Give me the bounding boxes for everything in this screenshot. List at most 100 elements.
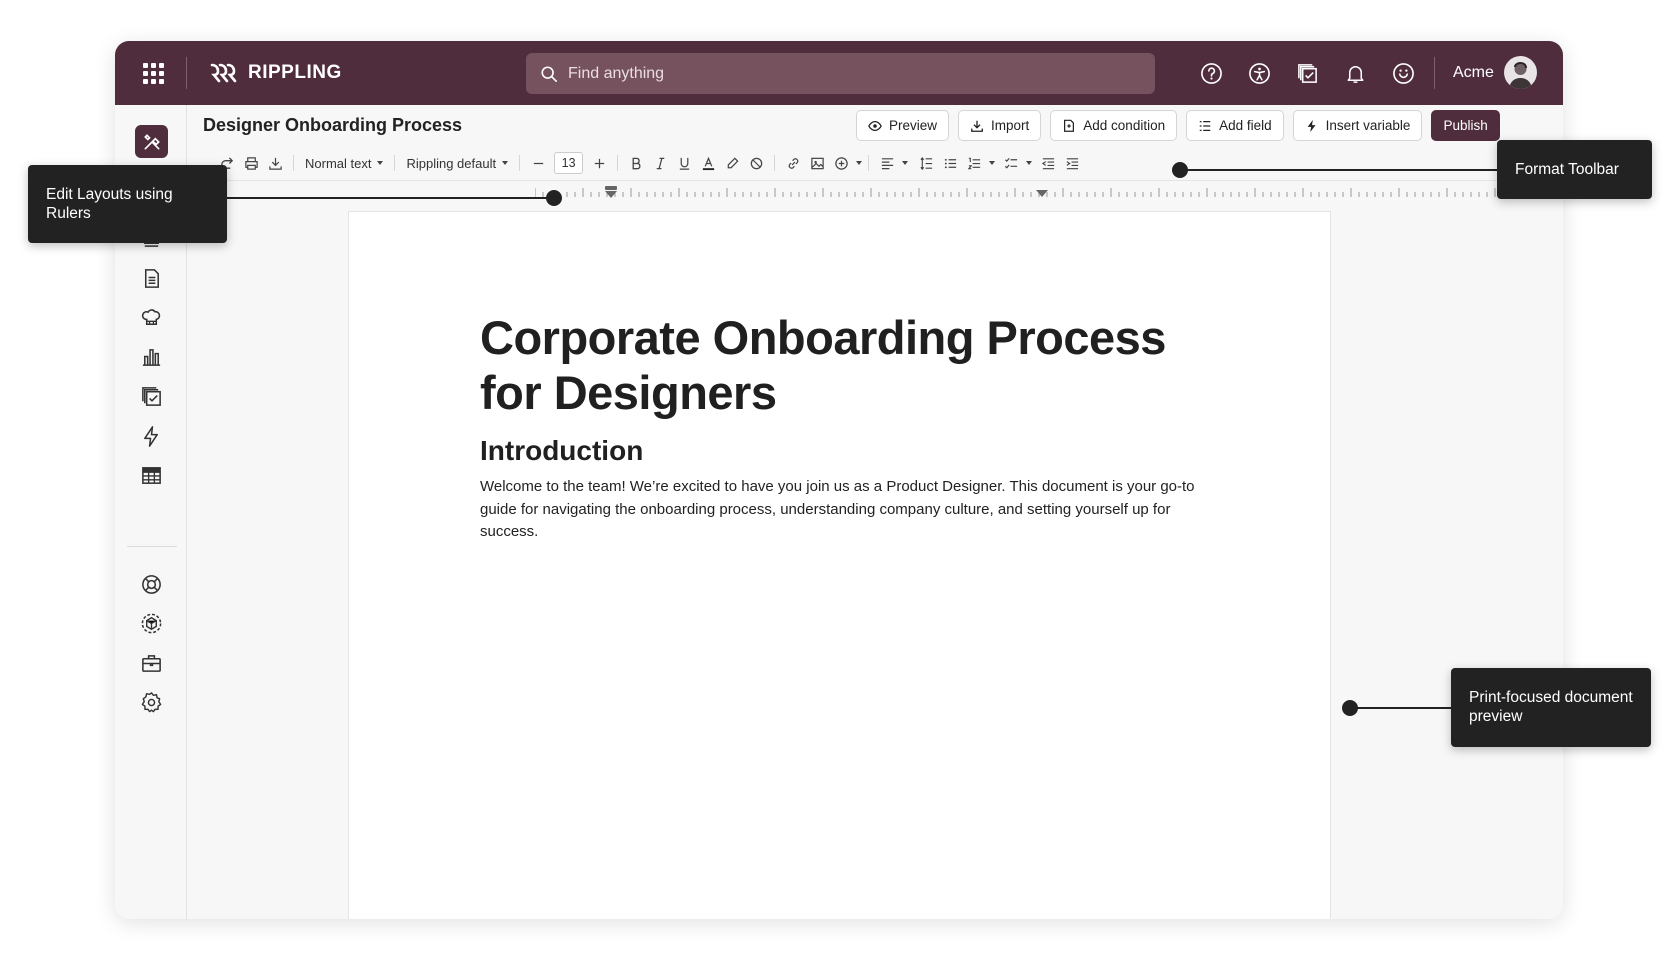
chevron-down-icon[interactable] (1026, 161, 1033, 165)
font-family-select[interactable]: Rippling default (401, 156, 513, 171)
callout-format-toolbar: Format Toolbar (1497, 140, 1652, 199)
search-input[interactable] (568, 64, 1128, 83)
toolbar-divider (293, 155, 294, 171)
toolbar-divider (868, 155, 870, 171)
account-name: Acme (1453, 63, 1494, 81)
top-bar: RIPPLING Find anything Acme (115, 41, 1563, 105)
chevron-down-icon[interactable] (902, 161, 909, 165)
tasks-icon[interactable] (138, 383, 165, 410)
add-field-button[interactable]: Add field (1186, 110, 1284, 141)
toolbar-divider (617, 155, 619, 171)
decrease-font-size-icon[interactable] (526, 151, 550, 175)
add-condition-label: Add condition (1083, 118, 1166, 133)
highlight-icon[interactable] (720, 151, 744, 175)
import-label: Import (991, 118, 1030, 133)
format-toolbar: Normal text Rippling default 13 (215, 149, 1084, 177)
right-indent-handle[interactable] (1036, 190, 1048, 197)
callout-dot (1342, 700, 1358, 716)
page-title: Designer Onboarding Process (203, 115, 463, 135)
callout-document-preview: Print-focused document preview (1451, 668, 1651, 747)
callout-dot (546, 190, 562, 206)
add-condition-button[interactable]: Add condition (1050, 110, 1178, 141)
increase-font-size-icon[interactable] (587, 151, 611, 175)
account-menu[interactable]: Acme (1453, 56, 1537, 89)
field-list-icon (1199, 120, 1211, 131)
ruler[interactable] (187, 180, 1563, 198)
indent-icon[interactable] (1060, 151, 1084, 175)
add-field-label: Add field (1219, 118, 1272, 133)
chevron-down-icon (502, 161, 509, 165)
bar-chart-icon[interactable] (138, 344, 165, 371)
search-icon (541, 65, 558, 82)
lifebuoy-icon[interactable] (138, 571, 165, 598)
accessibility-icon[interactable] (1247, 57, 1271, 89)
notifications-icon[interactable] (1343, 57, 1367, 89)
insert-variable-label: Insert variable (1325, 118, 1411, 133)
left-indent-handle[interactable] (605, 191, 617, 198)
underline-icon[interactable] (672, 151, 696, 175)
sidebar-divider (127, 546, 177, 547)
italic-icon[interactable] (648, 151, 672, 175)
first-line-indent-handle[interactable] (605, 186, 617, 190)
import-button[interactable]: Import (958, 110, 1042, 141)
body-paragraph[interactable]: Welcome to the team! We’re excited to ha… (480, 476, 1210, 544)
align-left-icon[interactable] (875, 151, 899, 175)
callout-line (227, 197, 554, 199)
publish-button[interactable]: Publish (1431, 110, 1500, 141)
text-style-select[interactable]: Normal text (300, 156, 388, 171)
condition-doc-icon (1064, 119, 1075, 132)
table-icon[interactable] (138, 462, 165, 489)
print-icon[interactable] (239, 151, 263, 175)
publish-label: Publish (1443, 118, 1488, 133)
lightning-icon (1307, 119, 1316, 132)
chef-hat-icon[interactable] (138, 304, 165, 331)
ruler-ticks (535, 188, 1560, 197)
lightning-icon[interactable] (138, 423, 165, 450)
document-page[interactable]: Corporate Onboarding Process for Designe… (348, 211, 1331, 919)
avatar[interactable] (1503, 56, 1537, 89)
link-icon[interactable] (781, 151, 805, 175)
global-search[interactable] (526, 53, 1155, 94)
document-icon[interactable] (138, 265, 165, 292)
checklist-icon[interactable] (999, 151, 1023, 175)
insert-variable-button[interactable]: Insert variable (1292, 110, 1423, 141)
clear-format-icon[interactable] (744, 151, 768, 175)
chevron-down-icon[interactable] (989, 161, 996, 165)
stage: RIPPLING Find anything Acme Designer Onb… (0, 0, 1669, 954)
app-launcher-icon[interactable] (141, 61, 165, 85)
toolbar-divider (774, 155, 776, 171)
text-color-icon[interactable] (696, 151, 720, 175)
topbar-icons (1199, 57, 1415, 89)
preview-button[interactable]: Preview (856, 110, 950, 141)
bullet-list-icon[interactable] (938, 151, 962, 175)
text-style-value: Normal text (305, 155, 372, 171)
image-icon[interactable] (805, 151, 829, 175)
briefcase-icon[interactable] (138, 650, 165, 677)
settings-icon[interactable] (138, 689, 165, 716)
outdent-icon[interactable] (1036, 151, 1060, 175)
tools-icon[interactable] (135, 125, 168, 158)
download-icon[interactable] (263, 151, 287, 175)
rippling-logo[interactable]: RIPPLING (210, 61, 342, 85)
font-size-input[interactable]: 13 (554, 152, 584, 174)
insert-plus-icon[interactable] (829, 151, 853, 175)
callout-line (1180, 169, 1497, 171)
callout-rulers: Edit Layouts using Rulers (28, 165, 227, 243)
app-cube-icon[interactable] (138, 610, 165, 637)
document-title[interactable]: Corporate Onboarding Process for Designe… (480, 310, 1180, 420)
brand-name: RIPPLING (248, 62, 342, 83)
callout-line (1350, 707, 1451, 709)
chevron-down-icon (377, 161, 384, 165)
help-icon[interactable] (1199, 57, 1223, 89)
chevron-down-icon[interactable] (856, 161, 863, 165)
download-icon (971, 120, 983, 132)
eye-icon (868, 120, 882, 131)
callout-dot (1172, 162, 1188, 178)
line-spacing-icon[interactable] (914, 151, 938, 175)
bold-icon[interactable] (624, 151, 648, 175)
approvals-icon[interactable] (1295, 57, 1319, 89)
toolbar-divider (394, 155, 396, 171)
section-heading[interactable]: Introduction (480, 435, 643, 467)
support-icon[interactable] (1391, 57, 1415, 89)
numbered-list-icon[interactable] (962, 151, 986, 175)
